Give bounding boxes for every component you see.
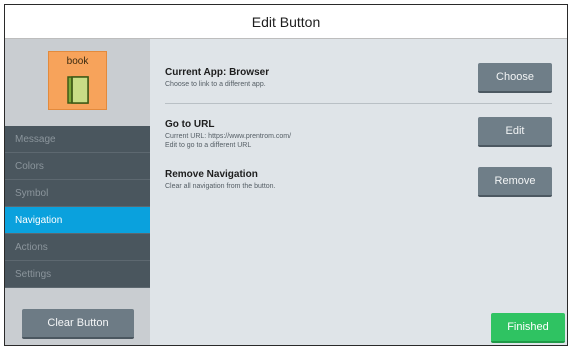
- sidebar-menu: Message Colors Symbol Navigation Actions…: [5, 126, 158, 288]
- page-title: Edit Button: [251, 13, 321, 30]
- remove-navigation-section: Remove Navigation Clear all navigation f…: [165, 167, 552, 197]
- sidebar-item-navigation[interactable]: Navigation: [5, 207, 158, 234]
- go-to-url-section: Go to URL Current URL: https://www.prent…: [165, 117, 552, 150]
- divider: [165, 103, 552, 104]
- sidebar-item-actions[interactable]: Actions: [5, 234, 150, 261]
- tile-label: book: [66, 56, 89, 67]
- finished-button[interactable]: Finished: [491, 313, 565, 343]
- current-app-section: Current App: Browser Choose to link to a…: [165, 63, 552, 93]
- sidebar-item-settings[interactable]: Settings: [5, 261, 150, 288]
- sidebar-item-message[interactable]: Message: [5, 126, 150, 153]
- navigation-panel: Current App: Browser Choose to link to a…: [150, 39, 567, 345]
- button-preview-tile[interactable]: book: [48, 51, 107, 110]
- sidebar-item-symbol[interactable]: Symbol: [5, 180, 150, 207]
- book-icon: [67, 76, 89, 104]
- sidebar-item-colors[interactable]: Colors: [5, 153, 150, 180]
- choose-button[interactable]: Choose: [478, 63, 552, 93]
- remove-button[interactable]: Remove: [478, 167, 552, 197]
- edit-button-window: Edit Button book Message Colors Symbol N…: [4, 4, 568, 346]
- sidebar: book Message Colors Symbol Navigation Ac…: [5, 39, 158, 345]
- clear-button[interactable]: Clear Button: [22, 309, 134, 339]
- edit-url-button[interactable]: Edit: [478, 117, 552, 147]
- title-bar: Edit Button: [5, 5, 567, 39]
